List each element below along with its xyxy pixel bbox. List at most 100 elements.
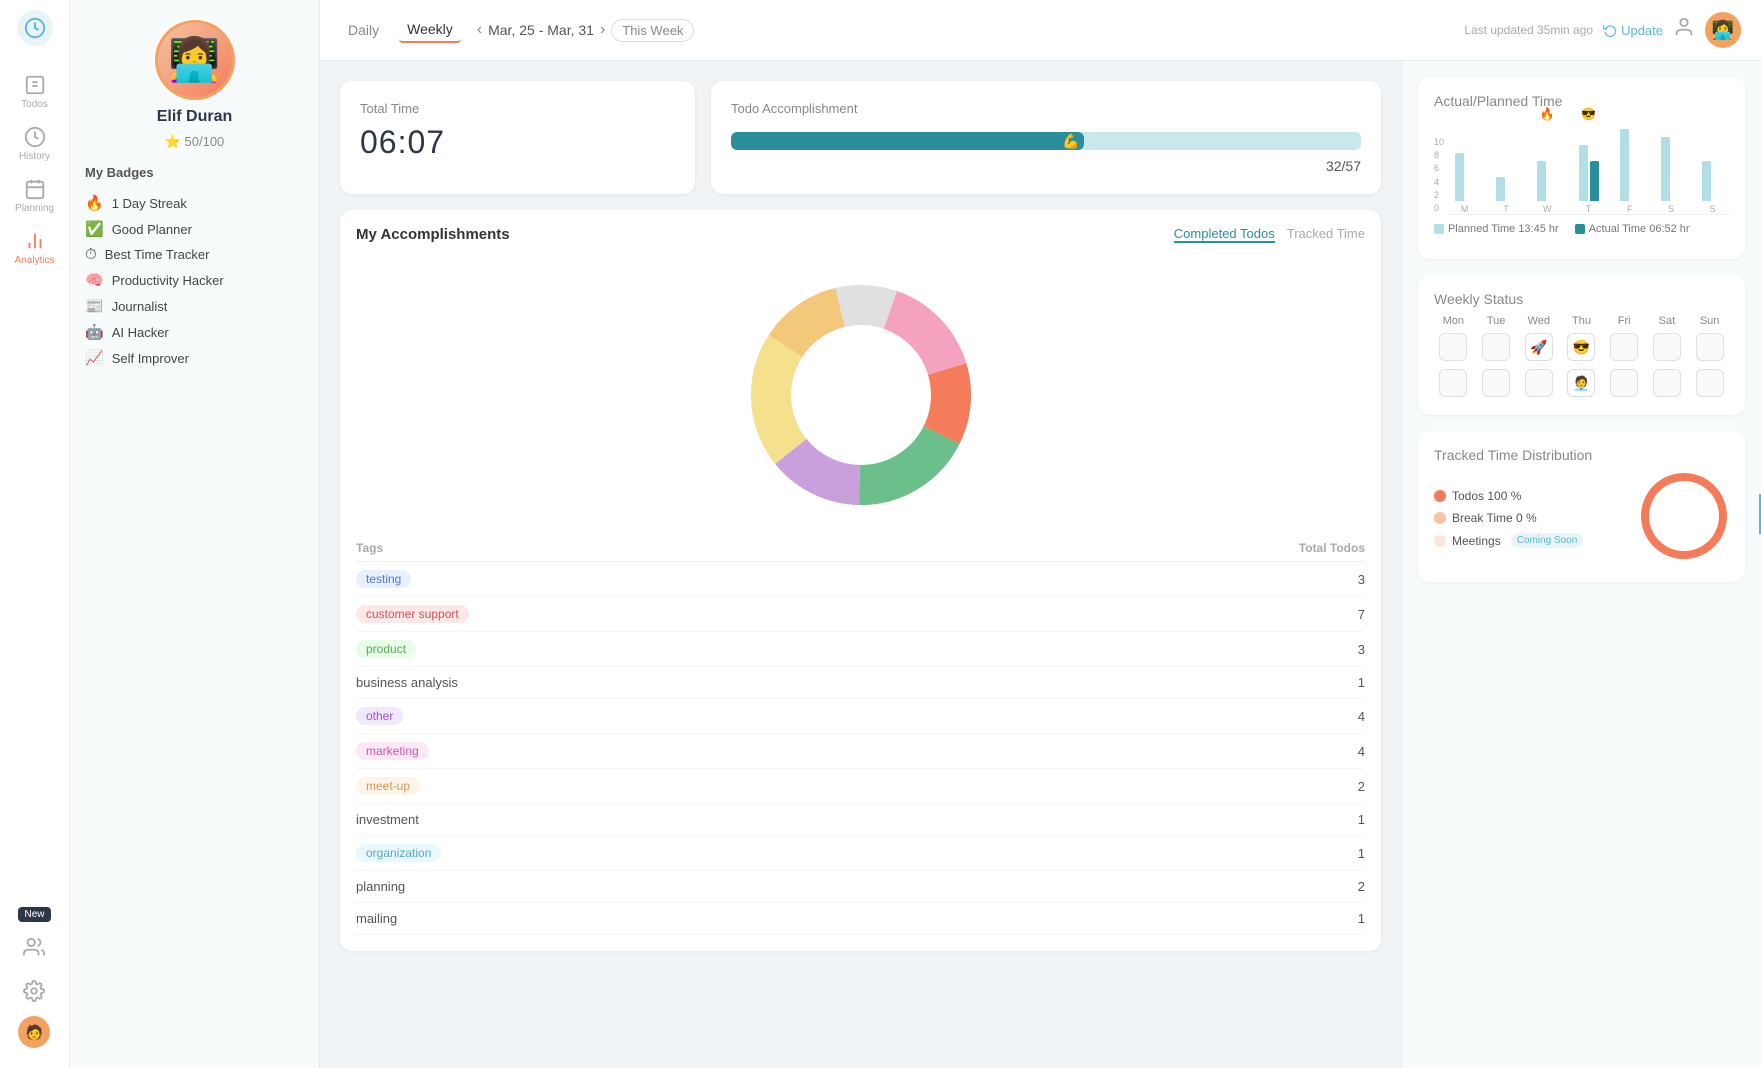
table-row: product 3	[356, 632, 1365, 667]
new-badge[interactable]: New	[18, 907, 50, 922]
sidebar-item-history[interactable]: History	[0, 118, 69, 170]
tracked-legend-item: Meetings Coming Soon	[1434, 533, 1583, 548]
day-cell	[1696, 369, 1724, 397]
badges-section: My Badges 🔥1 Day Streak✅Good Planner⏱Bes…	[85, 165, 304, 371]
accomp-title: My Accomplishments	[356, 226, 510, 243]
tag-badge[interactable]: marketing	[356, 742, 429, 760]
table-row: business analysis1	[356, 667, 1365, 699]
tracked-legend: Todos 100 % Break Time 0 % Meetings Comi…	[1434, 489, 1583, 548]
tag-label: investment	[356, 812, 419, 827]
tag-label: mailing	[356, 911, 397, 926]
day-cell	[1482, 369, 1510, 397]
tracked-legend-item: Todos 100 %	[1434, 489, 1583, 503]
last-updated-text: Last updated 35min ago	[1464, 23, 1593, 37]
badge-item: 🤖AI Hacker	[85, 319, 304, 345]
accomplishments-card: My Accomplishments Completed Todos Track…	[340, 210, 1381, 951]
topbar: Daily Weekly ‹ Mar, 25 - Mar, 31 › This …	[320, 0, 1761, 61]
app-logo[interactable]	[17, 10, 53, 46]
tab-daily[interactable]: Daily	[340, 18, 387, 42]
progress-bar-bg: 💪	[731, 132, 1361, 150]
day-header: Tue	[1477, 315, 1516, 327]
total-time-value: 06:07	[360, 124, 675, 161]
actual-bar	[1590, 161, 1599, 201]
tag-count: 1	[992, 804, 1365, 836]
tag-badge[interactable]: other	[356, 707, 403, 725]
tag-badge[interactable]: customer support	[356, 605, 469, 623]
badge-label: Productivity Hacker	[112, 273, 224, 288]
tag-count: 1	[992, 836, 1365, 871]
profile-xp: ⭐ 50/100	[165, 134, 225, 150]
badge-icon: ✅	[85, 220, 104, 238]
sidebar-item-analytics-label: Analytics	[14, 255, 54, 266]
legend-actual: Actual Time 06:52 hr	[1575, 223, 1690, 235]
table-row: planning2	[356, 871, 1365, 903]
day-header: Sun	[1690, 315, 1729, 327]
bar-day-label: T	[1586, 204, 1592, 214]
topbar-nav: Daily Weekly	[340, 17, 461, 43]
tag-badge[interactable]: organization	[356, 844, 441, 862]
bar-emoji: 🔥	[1540, 107, 1555, 121]
profile-panel: 👩‍💻 Elif Duran ⭐ 50/100 My Badges 🔥1 Day…	[70, 0, 320, 1068]
sidebar-bottom: New 🧑	[18, 907, 50, 1058]
sidebar-item-team[interactable]	[18, 928, 50, 966]
tags-table: Tags Total Todos testing3customer suppor…	[356, 535, 1365, 935]
this-week-button[interactable]: This Week	[611, 19, 694, 42]
day-cell	[1653, 333, 1681, 361]
tag-count: 3	[992, 562, 1365, 597]
planned-bar	[1661, 137, 1670, 201]
tag-badge[interactable]: testing	[356, 570, 411, 588]
sidebar-item-todos[interactable]: Todos	[0, 66, 69, 118]
badge-icon: 🔥	[85, 194, 104, 212]
tracked-dist-card: Tracked Time Distribution Todos 100 % Br…	[1418, 431, 1745, 582]
tag-count: 2	[992, 871, 1365, 903]
day-header: Thu	[1562, 315, 1601, 327]
sidebar-item-analytics[interactable]: Analytics	[0, 222, 69, 274]
bar-day-label: F	[1627, 204, 1633, 214]
table-row: mailing 1	[356, 903, 1365, 935]
day-cell	[1610, 369, 1638, 397]
planned-bar	[1702, 161, 1711, 201]
right-avatar[interactable]: 👩‍💻	[1705, 12, 1741, 48]
sidebar-item-settings[interactable]	[18, 972, 50, 1010]
tracked-legend-dot	[1434, 535, 1446, 547]
next-arrow[interactable]: ›	[600, 21, 605, 39]
sidebar-item-planning[interactable]: Planning	[0, 170, 69, 222]
day-cell	[1525, 369, 1553, 397]
day-cell	[1439, 369, 1467, 397]
progress-bar-fill: 💪	[731, 132, 1084, 150]
tag-count: 2	[992, 769, 1365, 804]
total-time-label: Total Time	[360, 101, 675, 116]
bar-day-label: S	[1709, 204, 1715, 214]
bar-day-label: S	[1668, 204, 1674, 214]
sidebar-item-todos-label: Todos	[21, 99, 48, 110]
badge-label: Self Improver	[112, 351, 189, 366]
chart-y-axis: 10 8 6 4 2 0	[1434, 135, 1444, 215]
bar-day-label: W	[1543, 204, 1552, 214]
tags-col-header: Tags	[356, 535, 992, 562]
tag-count: 4	[992, 734, 1365, 769]
tag-badge[interactable]: meet-up	[356, 777, 420, 795]
total-time-card: Total Time 06:07	[340, 81, 695, 194]
tag-count: 3	[992, 632, 1365, 667]
planned-bar	[1537, 161, 1546, 201]
prev-arrow[interactable]: ‹	[477, 21, 482, 39]
tag-count: 1	[992, 903, 1365, 935]
user-avatar-small[interactable]: 🧑	[18, 1016, 50, 1048]
bar-day-label: T	[1503, 204, 1509, 214]
tab-weekly[interactable]: Weekly	[399, 17, 461, 43]
day-cell	[1653, 369, 1681, 397]
tag-count: 1	[992, 667, 1365, 699]
planned-bar	[1579, 145, 1588, 201]
tab-tracked-time[interactable]: Tracked Time	[1287, 226, 1365, 243]
tracked-legend-dot	[1434, 512, 1446, 524]
tracked-legend-label: Todos 100 %	[1452, 489, 1521, 503]
table-row: other4	[356, 699, 1365, 734]
day-header: Wed	[1519, 315, 1558, 327]
sidebar-item-history-label: History	[19, 151, 50, 162]
badge-icon: 🤖	[85, 323, 104, 341]
tag-badge[interactable]: product	[356, 640, 416, 658]
tab-completed-todos[interactable]: Completed Todos	[1174, 226, 1275, 243]
tracked-dist: Todos 100 % Break Time 0 % Meetings Comi…	[1434, 471, 1729, 566]
update-button[interactable]: Update	[1603, 23, 1663, 38]
topbar-user-icon[interactable]	[1673, 16, 1695, 44]
